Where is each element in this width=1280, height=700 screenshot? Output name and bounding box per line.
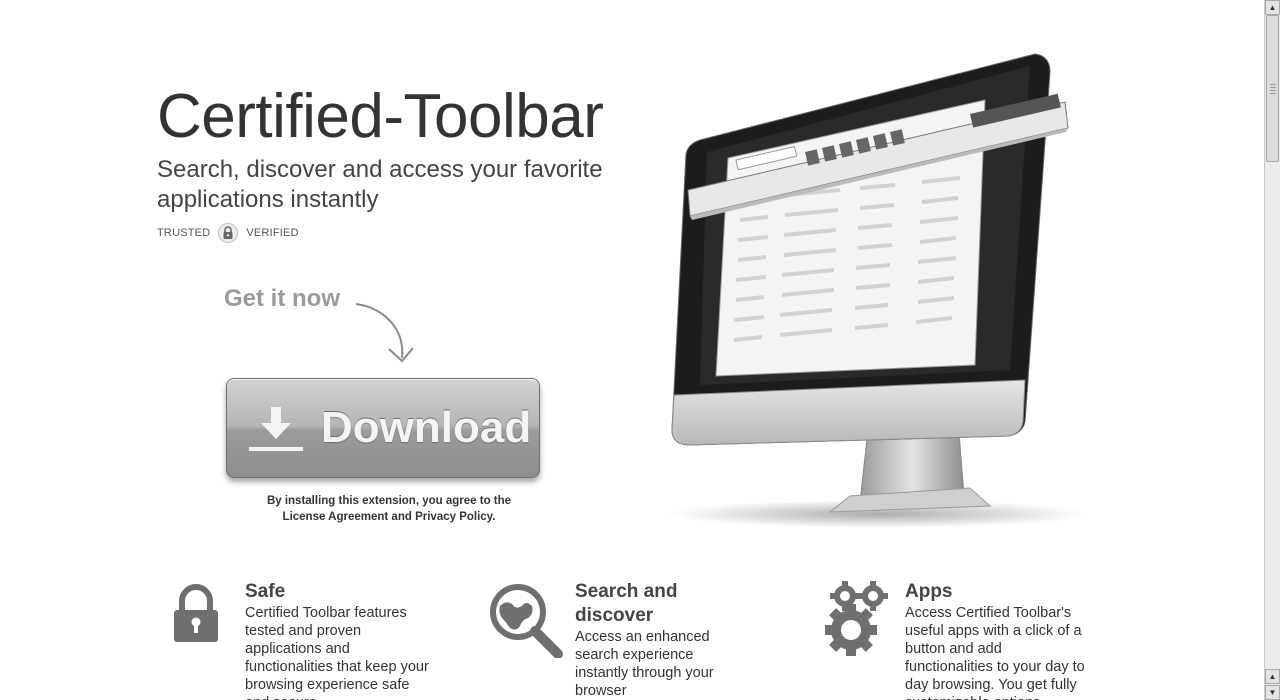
- trusted-label: TRUSTED: [157, 227, 211, 239]
- legal-suffix: .: [492, 510, 496, 523]
- scroll-down-button[interactable]: ▼: [1265, 685, 1280, 700]
- feature-text: Access Certified Toolbar's useful apps w…: [905, 605, 1085, 700]
- get-it-now-label: Get it now: [224, 285, 340, 312]
- feature-title: Safe: [245, 581, 286, 602]
- feature-text: Access an enhanced search experience ins…: [575, 629, 714, 699]
- license-agreement-link[interactable]: License Agreement: [283, 511, 389, 523]
- padlock-icon: [174, 584, 218, 642]
- page-subtitle: Search, discover and access your favorit…: [157, 156, 603, 213]
- scroll-up-button-lower[interactable]: ▲: [1265, 669, 1280, 684]
- download-button[interactable]: Download: [226, 378, 540, 478]
- legal-and: and: [391, 510, 412, 523]
- feature-text: Certified Toolbar features tested and pr…: [245, 605, 429, 700]
- gears-icon: [825, 581, 888, 656]
- globe-magnifier-icon: [490, 584, 563, 658]
- trust-badge: TRUSTED VERIFIED: [157, 222, 299, 244]
- curved-arrow-icon: [355, 303, 414, 363]
- landing-page: Certified-Toolbar Search, discover and a…: [0, 0, 1264, 700]
- privacy-policy-link[interactable]: Privacy Policy: [415, 511, 492, 523]
- verified-label: VERIFIED: [246, 227, 299, 239]
- download-arrow-icon: [249, 407, 303, 451]
- page-title: Certified-Toolbar: [157, 82, 604, 151]
- feature-title: Apps: [905, 581, 953, 602]
- legal-text: By installing this extension, you agree …: [266, 495, 512, 507]
- lock-icon: [218, 223, 239, 243]
- scroll-up-button[interactable]: ▲: [1265, 0, 1280, 15]
- feature-title: Search and discover: [575, 581, 678, 626]
- vertical-scrollbar[interactable]: ▲ ▲ ▼: [1264, 0, 1280, 700]
- download-label: Download: [321, 403, 532, 452]
- legal-notice: By installing this extension, you agree …: [230, 494, 548, 525]
- scrollbar-thumb[interactable]: [1266, 15, 1279, 162]
- monitor-illustration: [668, 53, 1088, 528]
